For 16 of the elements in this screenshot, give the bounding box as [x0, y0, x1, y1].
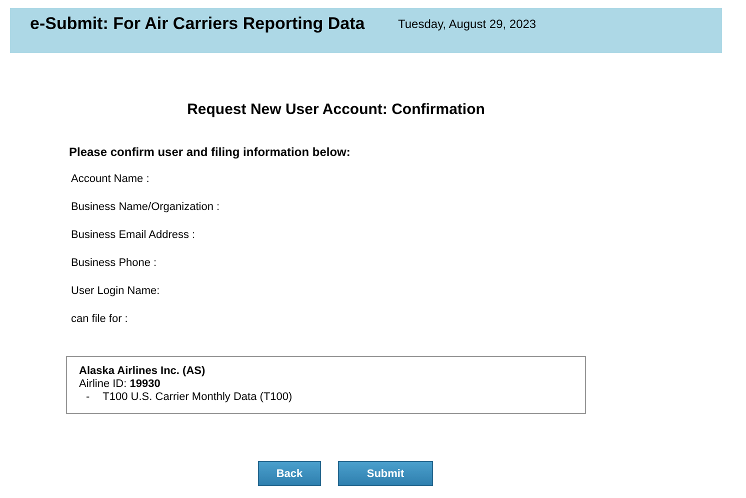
field-label: Business Name/Organization :	[71, 201, 221, 214]
page-heading: Request New User Account: Confirmation	[186, 101, 486, 118]
submit-button[interactable]: Submit	[338, 461, 433, 486]
back-button[interactable]: Back	[258, 461, 321, 486]
field-label: Business Phone :	[71, 257, 158, 270]
field-label: User Login Name:	[71, 285, 161, 298]
airline-id-text: Airline ID: 19930	[79, 378, 162, 390]
app-title: e-Submit: For Air Carriers Reporting Data	[30, 14, 366, 34]
field-label: Business Email Address :	[71, 229, 196, 242]
field-label: can file for :	[71, 313, 129, 326]
date-text: Tuesday, August 29, 2023	[398, 17, 536, 31]
list-dash: -	[86, 391, 90, 403]
field-label: Account Name :	[71, 173, 150, 186]
instructions-text: Please confirm user and filing information below:	[69, 145, 352, 159]
carrier-name: Alaska Airlines Inc. (AS)	[79, 365, 206, 377]
filing-type-text: T100 U.S. Carrier Monthly Data (T100)	[102, 391, 292, 403]
